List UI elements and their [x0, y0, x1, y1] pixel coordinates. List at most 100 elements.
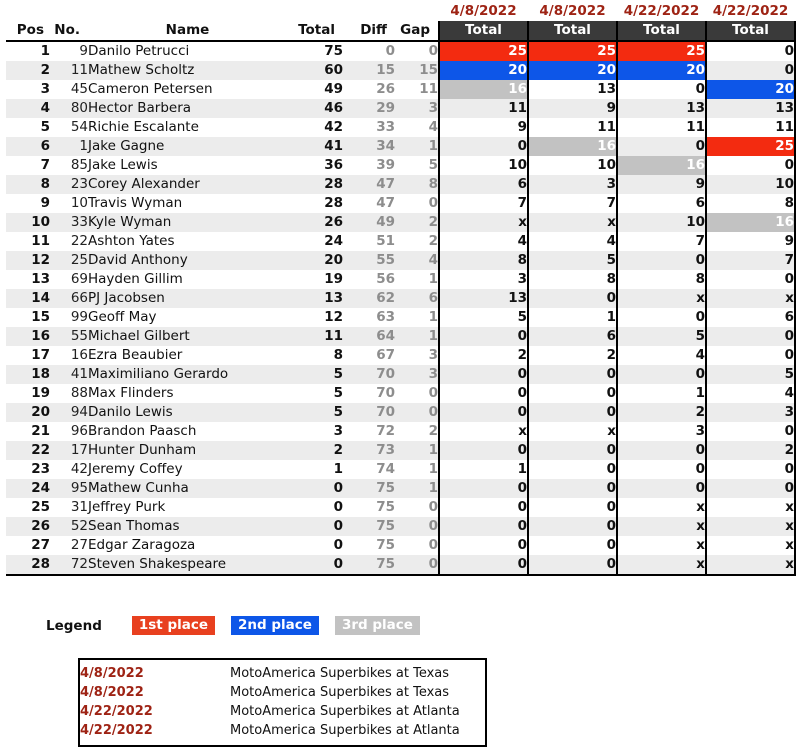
cell-gap: 0: [395, 403, 439, 422]
cell-position: 23: [6, 460, 50, 479]
table-row[interactable]: 14 66 PJ Jacobsen 13 62 6 13 0 x x: [6, 289, 796, 308]
header-gap[interactable]: Gap: [395, 21, 439, 41]
cell-position: 4: [6, 99, 50, 118]
table-row[interactable]: 12 25 David Anthony 20 55 4 8 5 0 7: [6, 251, 796, 270]
cell-total: 36: [287, 156, 343, 175]
cell-rider-name: PJ Jacobsen: [88, 289, 287, 308]
table-row[interactable]: 23 42 Jeremy Coffey 1 74 1 1 0 0 0: [6, 460, 796, 479]
cell-race-2-points: 13: [527, 80, 617, 99]
cell-total: 5: [287, 365, 343, 384]
header-pos[interactable]: Pos: [6, 21, 50, 41]
cell-total: 11: [287, 327, 343, 346]
table-row[interactable]: 16 55 Michael Gilbert 11 64 1 0 6 5 0: [6, 327, 796, 346]
table-row[interactable]: 28 72 Steven Shakespeare 0 75 0 0 0 x x: [6, 555, 796, 576]
cell-race-3-points: 0: [616, 308, 706, 327]
cell-race-4-points: 6: [705, 308, 796, 327]
cell-diff: 70: [343, 403, 395, 422]
table-row[interactable]: 11 22 Ashton Yates 24 51 2 4 4 7 9: [6, 232, 796, 251]
table-row[interactable]: 20 94 Danilo Lewis 5 70 0 0 0 2 3: [6, 403, 796, 422]
cell-total: 19: [287, 270, 343, 289]
event-row: 4/8/2022 MotoAmerica Superbikes at Texas: [80, 683, 485, 702]
cell-total: 75: [287, 40, 343, 61]
cell-race-4-points: 7: [705, 251, 796, 270]
table-row[interactable]: 19 88 Max Flinders 5 70 0 0 0 1 4: [6, 384, 796, 403]
cell-race-3-points: 4: [616, 346, 706, 365]
cell-race-3-points: 0: [616, 137, 706, 156]
cell-rider-number: 11: [50, 61, 88, 80]
table-row[interactable]: 21 96 Brandon Paasch 3 72 2 x x 3 0: [6, 422, 796, 441]
table-row[interactable]: 3 45 Cameron Petersen 49 26 11 16 13 0 20: [6, 80, 796, 99]
table-row[interactable]: 7 85 Jake Lewis 36 39 5 10 10 16 0: [6, 156, 796, 175]
table-row[interactable]: 15 99 Geoff May 12 63 1 5 1 0 6: [6, 308, 796, 327]
cell-rider-number: 31: [50, 498, 88, 517]
cell-race-1-points: 1: [438, 460, 528, 479]
cell-race-2-points: 0: [527, 460, 617, 479]
cell-rider-name: Brandon Paasch: [88, 422, 287, 441]
cell-race-1-points: 0: [438, 536, 528, 555]
table-row[interactable]: 27 27 Edgar Zaragoza 0 75 0 0 0 x x: [6, 536, 796, 555]
cell-rider-name: Kyle Wyman: [88, 213, 287, 232]
cell-race-2-points: 3: [527, 175, 617, 194]
cell-rider-name: Corey Alexander: [88, 175, 287, 194]
column-header-row: Pos No. Name Total Diff Gap Total Total …: [6, 21, 796, 41]
cell-race-3-points: 3: [616, 422, 706, 441]
cell-position: 24: [6, 479, 50, 498]
table-row[interactable]: 6 1 Jake Gagne 41 34 1 0 16 0 25: [6, 137, 796, 156]
table-row[interactable]: 4 80 Hector Barbera 46 29 3 11 9 13 13: [6, 99, 796, 118]
race-date-4: 4/22/2022: [712, 3, 789, 19]
cell-rider-number: 85: [50, 156, 88, 175]
event-row: 4/8/2022 MotoAmerica Superbikes at Texas: [80, 664, 485, 683]
cell-gap: 0: [395, 555, 439, 576]
header-race-total-2[interactable]: Total: [527, 21, 617, 41]
header-race-total-1[interactable]: Total: [438, 21, 528, 41]
table-row[interactable]: 26 52 Sean Thomas 0 75 0 0 0 x x: [6, 517, 796, 536]
cell-gap: 2: [395, 232, 439, 251]
cell-race-4-points: 0: [705, 327, 796, 346]
cell-race-2-points: 5: [527, 251, 617, 270]
table-row[interactable]: 1 9 Danilo Petrucci 75 0 0 25 25 25 0: [6, 40, 796, 61]
cell-race-3-points: 9: [616, 175, 706, 194]
cell-race-3-points: 0: [616, 460, 706, 479]
cell-gap: 1: [395, 270, 439, 289]
table-row[interactable]: 22 17 Hunter Dunham 2 73 1 0 0 0 2: [6, 441, 796, 460]
table-row[interactable]: 8 23 Corey Alexander 28 47 8 6 3 9 10: [6, 175, 796, 194]
table-row[interactable]: 13 69 Hayden Gillim 19 56 1 3 8 8 0: [6, 270, 796, 289]
table-row[interactable]: 17 16 Ezra Beaubier 8 67 3 2 2 4 0: [6, 346, 796, 365]
cell-rider-number: 9: [50, 40, 88, 61]
cell-race-4-points: 9: [705, 232, 796, 251]
cell-race-2-points: 25: [527, 40, 617, 61]
header-diff[interactable]: Diff: [343, 21, 395, 41]
cell-diff: 75: [343, 479, 395, 498]
cell-rider-name: Maximiliano Gerardo: [88, 365, 287, 384]
cell-position: 27: [6, 536, 50, 555]
header-name[interactable]: Name: [88, 21, 287, 41]
cell-race-4-points: 10: [705, 175, 796, 194]
table-row[interactable]: 2 11 Mathew Scholtz 60 15 15 20 20 20 0: [6, 61, 796, 80]
table-row[interactable]: 18 41 Maximiliano Gerardo 5 70 3 0 0 0 5: [6, 365, 796, 384]
header-total[interactable]: Total: [287, 21, 343, 41]
table-row[interactable]: 10 33 Kyle Wyman 26 49 2 x x 10 16: [6, 213, 796, 232]
cell-position: 25: [6, 498, 50, 517]
header-no[interactable]: No.: [50, 21, 88, 41]
cell-race-1-points: 6: [438, 175, 528, 194]
header-race-total-3[interactable]: Total: [616, 21, 706, 41]
cell-rider-name: Ezra Beaubier: [88, 346, 287, 365]
cell-race-2-points: 0: [527, 441, 617, 460]
table-row[interactable]: 5 54 Richie Escalante 42 33 4 9 11 11 11: [6, 118, 796, 137]
table-row[interactable]: 25 31 Jeffrey Purk 0 75 0 0 0 x x: [6, 498, 796, 517]
cell-rider-name: Danilo Petrucci: [88, 40, 287, 61]
cell-rider-name: Max Flinders: [88, 384, 287, 403]
cell-position: 20: [6, 403, 50, 422]
header-race-total-4[interactable]: Total: [705, 21, 796, 41]
table-row[interactable]: 9 10 Travis Wyman 28 47 0 7 7 6 8: [6, 194, 796, 213]
event-list-box: 4/8/2022 MotoAmerica Superbikes at Texas…: [78, 658, 487, 747]
cell-position: 15: [6, 308, 50, 327]
cell-race-1-points: 0: [438, 555, 528, 576]
cell-gap: 2: [395, 213, 439, 232]
table-row[interactable]: 24 95 Mathew Cunha 0 75 1 0 0 0 0: [6, 479, 796, 498]
cell-rider-number: 94: [50, 403, 88, 422]
cell-gap: 1: [395, 441, 439, 460]
cell-race-3-points: 20: [616, 61, 706, 80]
cell-gap: 1: [395, 308, 439, 327]
cell-race-1-points: 0: [438, 327, 528, 346]
